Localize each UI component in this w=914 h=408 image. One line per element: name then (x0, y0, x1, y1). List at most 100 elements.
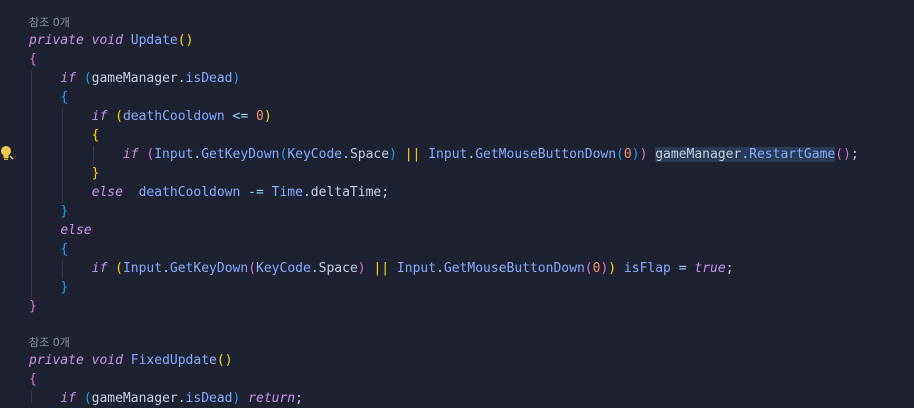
bracket: ) (232, 391, 241, 406)
bracket: ( (835, 147, 844, 162)
codelens-references[interactable]: 참조 0개 (29, 333, 70, 352)
punctuation: ; (295, 391, 303, 406)
punctuation: . (467, 147, 476, 162)
bracket: { (29, 372, 37, 387)
punctuation: . (177, 391, 186, 406)
code-line: } (29, 202, 68, 221)
code-line: if (gameManager.isDead) return; (29, 389, 303, 408)
keyword: true (694, 261, 726, 276)
keyword: if (122, 147, 139, 162)
bracket: ) (232, 71, 241, 86)
keyword: return (248, 391, 296, 406)
method-name: GetKeyDown (169, 261, 249, 276)
code-line: { (29, 126, 100, 145)
bracket: ) (389, 147, 397, 162)
keyword: void (91, 353, 123, 368)
punctuation: . (741, 147, 750, 162)
method-name: RestartGame (749, 147, 836, 162)
bracket: ( (83, 71, 92, 86)
selected-text[interactable]: gameManager.RestartGame (655, 147, 836, 162)
bracket: { (29, 52, 37, 67)
punctuation: ; (725, 261, 734, 276)
method-name: GetKeyDown (201, 147, 280, 162)
code-line: { (29, 370, 37, 389)
punctuation: . (310, 261, 319, 276)
punctuation: . (162, 261, 170, 276)
code-line: private void FixedUpdate() (29, 351, 233, 370)
operator: || (404, 147, 421, 162)
bracket: ( (616, 147, 624, 162)
identifier: Input (428, 147, 468, 162)
lightbulb-icon[interactable] (0, 145, 14, 161)
code-line: else (29, 221, 91, 240)
bracket: } (60, 280, 69, 295)
number: 0 (256, 109, 264, 124)
keyword: if (60, 71, 76, 86)
method-name: FixedUpdate (130, 353, 217, 368)
punctuation: . (177, 71, 186, 86)
operator: || (373, 261, 390, 276)
identifier: Space (349, 147, 390, 162)
code-line: { (29, 50, 37, 69)
operator: -= (248, 185, 264, 200)
identifier: Input (154, 147, 194, 162)
identifier: gameManager (655, 147, 742, 162)
identifier: isDead (185, 391, 233, 406)
identifier: KeyCode (287, 147, 343, 162)
keyword: if (91, 261, 108, 276)
number: 0 (623, 147, 632, 162)
keyword: if (60, 391, 76, 406)
keyword: private (29, 33, 84, 48)
bracket: ( (115, 261, 123, 276)
bracket: ( (248, 261, 257, 276)
bracket: } (60, 204, 69, 219)
code-editor[interactable]: 참조 0개 private void Update() { if (gameMa… (0, 0, 914, 406)
punctuation: . (436, 261, 444, 276)
bracket: ( (216, 353, 225, 368)
keyword: void (91, 33, 123, 48)
operator: = (678, 261, 687, 276)
punctuation: ; (850, 147, 859, 162)
bracket: ) (263, 109, 272, 124)
bracket: } (91, 166, 100, 181)
bracket: ( (83, 391, 92, 406)
code-line: if (gameManager.isDead) (29, 69, 240, 88)
code-line: { (29, 88, 68, 107)
codelens-references[interactable]: 참조 0개 (29, 13, 70, 32)
method-name: GetMouseButtonDown (443, 261, 585, 276)
identifier: isFlap (623, 261, 671, 276)
bracket: { (60, 90, 69, 105)
code-line: else deathCooldown -= Time.deltaTime; (29, 183, 389, 202)
identifier: deltaTime (310, 185, 382, 200)
code-line: } (29, 278, 68, 297)
bracket: { (91, 128, 100, 143)
identifier: deathCooldown (122, 109, 225, 124)
code-line: { (29, 240, 68, 259)
bracket: ( (115, 109, 123, 124)
bracket: ) (224, 353, 233, 368)
identifier: gameManager (91, 391, 178, 406)
punctuation: . (342, 147, 350, 162)
bracket: } (29, 299, 37, 314)
code-line: private void Update() (29, 31, 193, 50)
code-line: } (29, 164, 100, 183)
code-line: if (deathCooldown <= 0) (29, 107, 272, 126)
bracket: ) (639, 147, 648, 162)
keyword: else (91, 185, 123, 200)
identifier: Input (122, 261, 163, 276)
bracket: ) (357, 261, 366, 276)
method-name: Update (130, 33, 178, 48)
bracket: ( (177, 33, 186, 48)
bracket: ) (631, 147, 640, 162)
code-line: if (Input.GetKeyDown(KeyCode.Space) || I… (29, 259, 734, 278)
keyword: private (29, 353, 84, 368)
identifier: Space (318, 261, 358, 276)
bracket: ) (185, 33, 194, 48)
code-line: if (Input.GetKeyDown(KeyCode.Space) || I… (29, 145, 859, 164)
identifier: Time (271, 185, 303, 200)
method-name: GetMouseButtonDown (475, 147, 617, 162)
punctuation: ; (381, 185, 390, 200)
code-line: } (29, 297, 37, 316)
identifier: KeyCode (256, 261, 311, 276)
bracket: { (60, 242, 69, 257)
